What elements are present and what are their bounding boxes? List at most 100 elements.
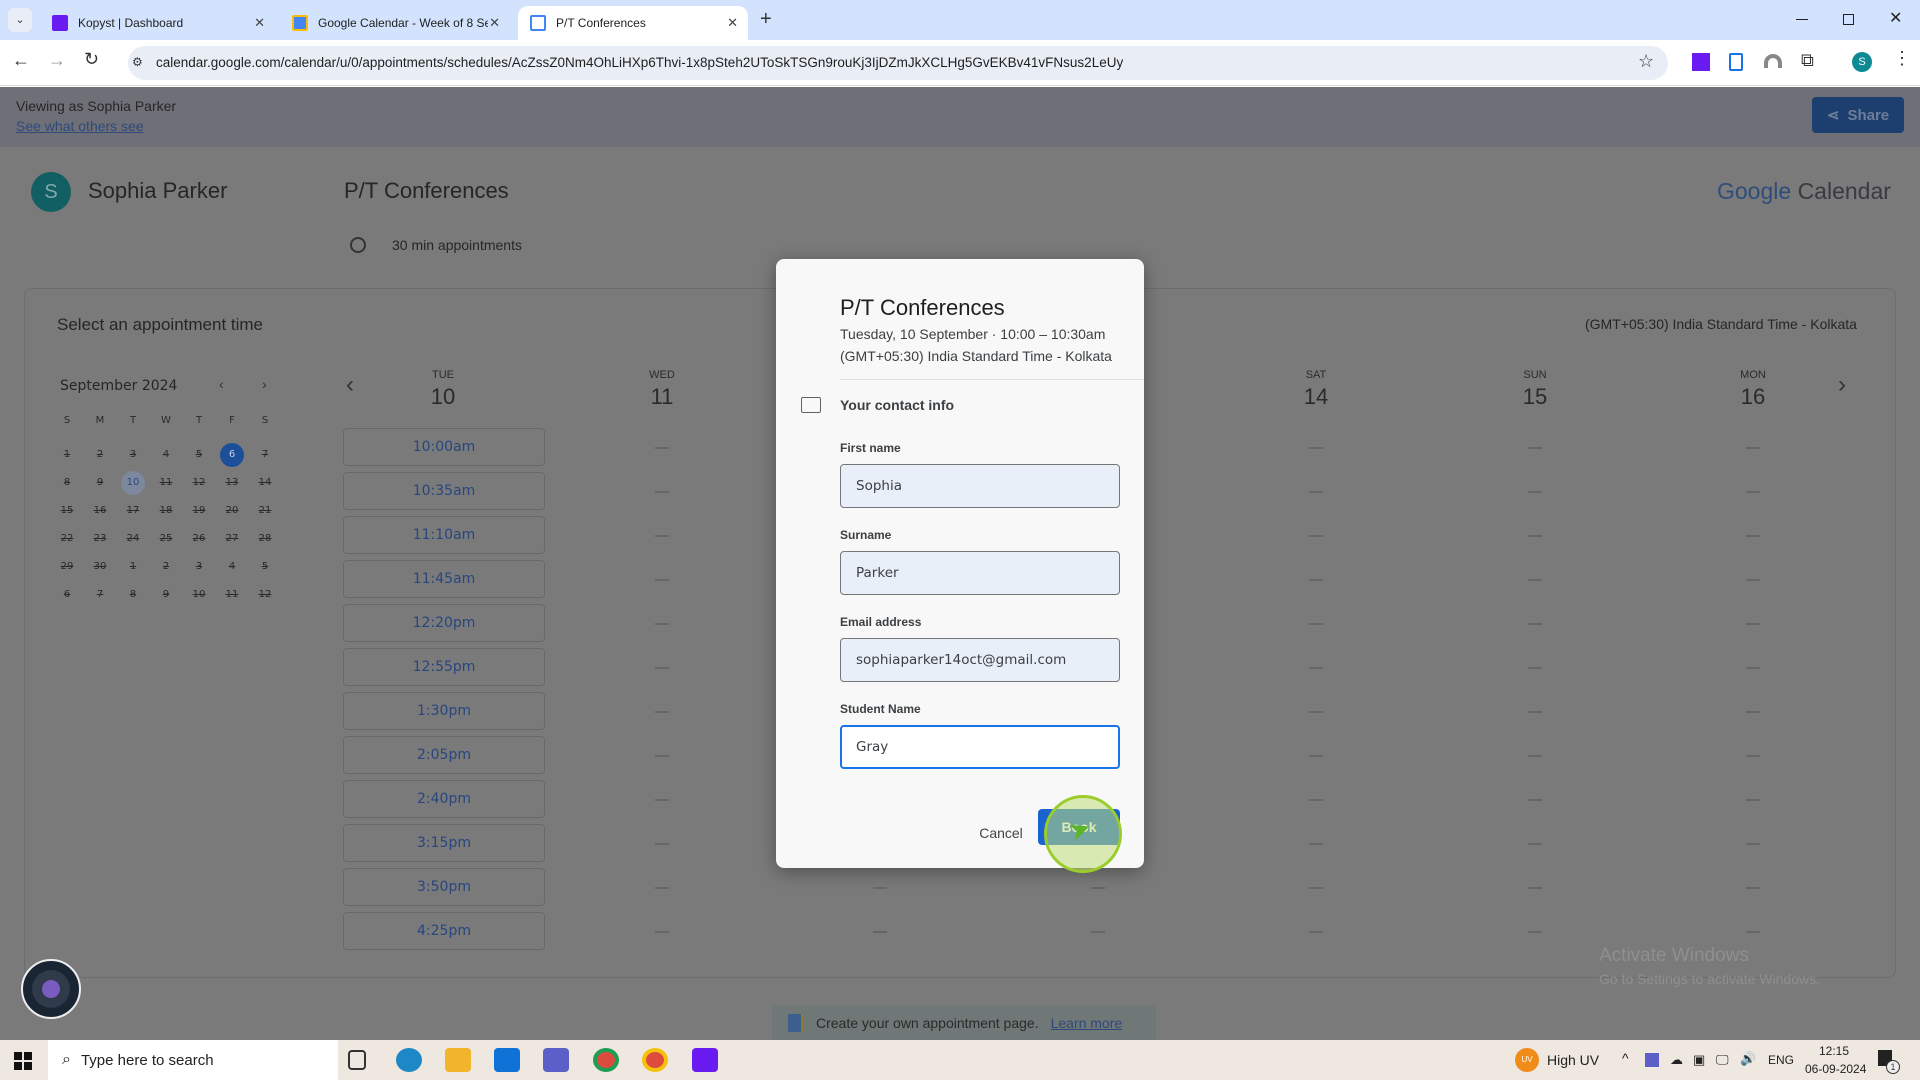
no-slot-marker: [1746, 623, 1760, 625]
email-input[interactable]: sophiaparker14oct@gmail.com: [840, 638, 1120, 682]
divider: [840, 379, 1144, 380]
reload-icon[interactable]: ↻: [84, 49, 99, 70]
browser-tab-pt-conferences[interactable]: P/T Conferences ✕: [518, 6, 748, 40]
clock-time[interactable]: 12:15: [1819, 1044, 1849, 1058]
bookmark-star-icon[interactable]: ☆: [1638, 51, 1654, 72]
edge-icon[interactable]: [396, 1048, 422, 1072]
click-highlight-cursor: ➤: [1044, 795, 1122, 873]
no-slot-marker: [1309, 579, 1323, 581]
cancel-button[interactable]: Cancel: [966, 815, 1036, 851]
close-window-icon[interactable]: ✕: [1889, 8, 1902, 28]
activate-windows-subtitle: Go to Settings to activate Windows.: [1599, 971, 1820, 987]
extension-icon-2[interactable]: [1729, 53, 1743, 71]
close-tab-icon[interactable]: ✕: [489, 15, 500, 31]
no-slot-marker: [1309, 447, 1323, 449]
recorder-button[interactable]: [21, 959, 81, 1019]
time-slot-button[interactable]: 12:20pm: [343, 604, 545, 642]
google-calendar-icon: [788, 1014, 804, 1032]
teams-icon[interactable]: [543, 1048, 569, 1072]
surname-input[interactable]: Parker: [840, 551, 1120, 595]
day-number: 10: [430, 384, 456, 409]
close-tab-icon[interactable]: ✕: [727, 15, 738, 31]
close-tab-icon[interactable]: ✕: [254, 15, 265, 31]
show-hidden-icons[interactable]: ^: [1622, 1050, 1629, 1066]
first-name-input[interactable]: Sophia: [840, 464, 1120, 508]
no-slot-marker: [655, 491, 669, 493]
forward-icon[interactable]: →: [48, 50, 66, 71]
time-slot-button[interactable]: 10:00am: [343, 428, 545, 466]
file-explorer-icon[interactable]: [445, 1048, 471, 1072]
onedrive-icon[interactable]: ☁: [1670, 1052, 1683, 1068]
no-slot-marker: [1528, 447, 1542, 449]
no-slot-marker: [873, 931, 887, 933]
omnibox[interactable]: ⚙ calendar.google.com/calendar/u/0/appoi…: [128, 46, 1668, 80]
google-calendar-icon: [292, 15, 308, 31]
time-slot-button[interactable]: 4:25pm: [343, 912, 545, 950]
network-icon[interactable]: 🖵: [1716, 1052, 1729, 1068]
time-slot-button[interactable]: 3:15pm: [343, 824, 545, 862]
profile-avatar[interactable]: S: [1852, 52, 1872, 72]
student-name-input[interactable]: Gray: [840, 725, 1120, 769]
time-slot-button[interactable]: 12:55pm: [343, 648, 545, 686]
no-slot-marker: [1528, 931, 1542, 933]
chrome-profile-a-icon[interactable]: [593, 1048, 619, 1072]
time-slot-button[interactable]: 1:30pm: [343, 692, 545, 730]
no-slot-marker: [873, 887, 887, 889]
no-slot-marker: [655, 799, 669, 801]
no-slot-marker: [1309, 843, 1323, 845]
create-page-text: Create your own appointment page.: [816, 1015, 1039, 1031]
tray-teams-icon[interactable]: [1645, 1053, 1659, 1067]
tab-search-button[interactable]: ⌄: [8, 8, 32, 32]
no-slot-marker: [1091, 931, 1105, 933]
dialog-timezone: (GMT+05:30) India Standard Time - Kolkat…: [840, 348, 1112, 364]
no-slot-marker: [1528, 799, 1542, 801]
site-info-icon[interactable]: ⚙: [132, 55, 143, 69]
time-slot-button[interactable]: 2:05pm: [343, 736, 545, 774]
student-name-label: Student Name: [840, 702, 921, 716]
browser-menu-icon[interactable]: ⋮: [1893, 48, 1911, 69]
time-slot-button[interactable]: 3:50pm: [343, 868, 545, 906]
mail-icon[interactable]: [494, 1048, 520, 1072]
browser-tab-kopyst[interactable]: Kopyst | Dashboard ✕: [40, 6, 275, 40]
back-icon[interactable]: ←: [12, 50, 30, 71]
dialog-title: P/T Conferences: [840, 295, 1005, 320]
kopyst-taskbar-icon[interactable]: [692, 1048, 718, 1072]
weather-widget[interactable]: UV High UV: [1515, 1048, 1599, 1072]
camera-icon[interactable]: ▣: [1693, 1052, 1705, 1068]
clock-date[interactable]: 06-09-2024: [1805, 1062, 1866, 1076]
time-slot-button[interactable]: 11:10am: [343, 516, 545, 554]
learn-more-link[interactable]: Learn more: [1051, 1015, 1123, 1031]
kopyst-extension-icon[interactable]: [1692, 53, 1710, 71]
search-icon: ⌕: [62, 1051, 71, 1068]
extensions-puzzle-icon[interactable]: ⧉: [1801, 50, 1814, 71]
time-slot-button[interactable]: 10:35am: [343, 472, 545, 510]
no-slot-marker: [1528, 579, 1542, 581]
new-tab-button[interactable]: +: [760, 8, 772, 31]
minimize-icon[interactable]: [1796, 19, 1808, 20]
google-calendar-icon: [530, 15, 546, 31]
tab-title: Kopyst | Dashboard: [78, 16, 184, 30]
contact-info-heading: Your contact info: [840, 397, 955, 413]
no-slot-marker: [655, 711, 669, 713]
extension-icon-3[interactable]: [1764, 54, 1782, 68]
no-slot-marker: [1528, 491, 1542, 493]
no-slot-marker: [1746, 711, 1760, 713]
restore-icon[interactable]: [1843, 14, 1854, 25]
no-slot-marker: [655, 667, 669, 669]
no-slot-marker: [1528, 535, 1542, 537]
tab-title: Google Calendar - Week of 8 Se: [318, 16, 488, 30]
tab-title: P/T Conferences: [556, 16, 646, 30]
chrome-profile-s-icon[interactable]: [642, 1048, 668, 1072]
browser-tab-calendar-week[interactable]: Google Calendar - Week of 8 Se ✕: [280, 6, 510, 40]
surname-label: Surname: [840, 528, 892, 542]
no-slot-marker: [1746, 931, 1760, 933]
language-indicator[interactable]: ENG: [1768, 1053, 1794, 1067]
time-slot-button[interactable]: 11:45am: [343, 560, 545, 598]
taskbar-search-box[interactable]: ⌕ Type here to search: [48, 1040, 338, 1080]
windows-start-icon[interactable]: [14, 1052, 32, 1070]
task-view-icon[interactable]: [348, 1050, 366, 1070]
browser-tab-bar: ⌄ Kopyst | Dashboard ✕ Google Calendar -…: [0, 0, 1920, 40]
url-text[interactable]: calendar.google.com/calendar/u/0/appoint…: [156, 46, 1123, 80]
volume-icon[interactable]: 🔊: [1740, 1051, 1756, 1067]
time-slot-button[interactable]: 2:40pm: [343, 780, 545, 818]
